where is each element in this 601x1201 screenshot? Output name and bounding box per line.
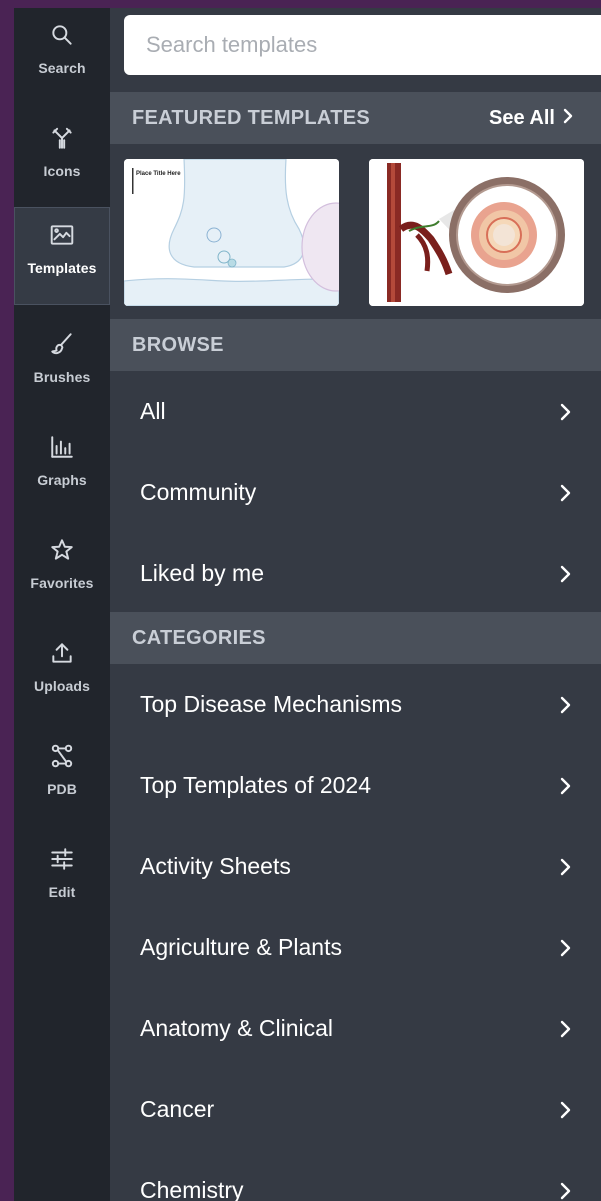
thumbnail-title: Place Title Here: [136, 171, 181, 177]
chevron-right-icon: [559, 1100, 573, 1120]
featured-templates-header: FEATURED TEMPLATES See All: [110, 92, 601, 144]
category-item[interactable]: Chemistry: [110, 1150, 601, 1201]
chevron-right-icon: [563, 107, 573, 130]
rail-item-templates[interactable]: Templates: [14, 207, 110, 305]
rail-item-label: Brushes: [33, 369, 91, 385]
category-item[interactable]: Cancer: [110, 1069, 601, 1150]
featured-templates-title: FEATURED TEMPLATES: [132, 106, 370, 129]
search-input[interactable]: [124, 15, 601, 75]
rail-item-icons[interactable]: Icons: [14, 111, 110, 209]
vessel-illustration: [369, 159, 584, 306]
list-item-label: Anatomy & Clinical: [140, 1015, 334, 1041]
browse-header: BROWSE: [110, 319, 601, 371]
tool-rail: Search Icons Templates Brushes Graphs Fa…: [14, 8, 110, 1201]
browse-item-all[interactable]: All: [110, 371, 601, 452]
browse-item-community[interactable]: Community: [110, 452, 601, 533]
upload-icon: [47, 638, 77, 668]
browse-item-liked[interactable]: Liked by me: [110, 533, 601, 614]
rail-item-label: Templates: [27, 260, 97, 276]
list-item-label: Top Templates of 2024: [140, 772, 372, 798]
rail-item-brushes[interactable]: Brushes: [14, 317, 110, 415]
list-item-label: Cancer: [140, 1096, 215, 1122]
search-icon: [47, 20, 77, 50]
chevron-right-icon: [559, 857, 573, 877]
list-item-label: Community: [140, 479, 257, 505]
sliders-icon: [47, 844, 77, 874]
rail-item-label: Uploads: [34, 678, 90, 694]
chevron-right-icon: [559, 483, 573, 503]
see-all-label: See All: [489, 106, 555, 129]
chevron-right-icon: [559, 564, 573, 584]
list-item-label: All: [140, 398, 166, 424]
window-backdrop-left: [0, 0, 14, 1201]
list-item-label: Top Disease Mechanisms: [140, 691, 403, 717]
categories-title: CATEGORIES: [132, 626, 266, 649]
list-item-label: Activity Sheets: [140, 853, 291, 879]
browse-title: BROWSE: [132, 333, 224, 356]
rail-item-label: Search: [38, 60, 86, 76]
rail-item-pdb[interactable]: PDB: [14, 729, 110, 827]
featured-template-thumbnail[interactable]: [369, 159, 584, 306]
rail-item-label: Favorites: [30, 575, 94, 591]
star-icon: [47, 535, 77, 565]
brush-icon: [47, 329, 77, 359]
molecule-icon: [47, 741, 77, 771]
chevron-right-icon: [559, 1019, 573, 1039]
chevron-right-icon: [559, 938, 573, 958]
synapse-illustration: Place Title Here: [124, 159, 339, 306]
category-item[interactable]: Activity Sheets: [110, 826, 601, 907]
list-item-label: Liked by me: [140, 560, 265, 586]
rail-item-label: PDB: [47, 781, 77, 797]
chevron-right-icon: [559, 695, 573, 715]
chevron-right-icon: [559, 402, 573, 422]
search-box: [124, 15, 601, 75]
bar-graph-icon: [47, 432, 77, 462]
rail-item-label: Edit: [48, 884, 76, 900]
chevron-right-icon: [559, 776, 573, 796]
category-item[interactable]: Anatomy & Clinical: [110, 988, 601, 1069]
antibody-icon: [47, 123, 77, 153]
list-item-label: Agriculture & Plants: [140, 934, 342, 960]
rail-item-label: Graphs: [37, 472, 87, 488]
chevron-right-icon: [559, 1181, 573, 1201]
categories-header: CATEGORIES: [110, 612, 601, 664]
rail-item-label: Icons: [43, 163, 81, 179]
rail-item-search[interactable]: Search: [14, 8, 110, 106]
category-item[interactable]: Agriculture & Plants: [110, 907, 601, 988]
category-item[interactable]: Top Templates of 2024: [110, 745, 601, 826]
rail-item-graphs[interactable]: Graphs: [14, 420, 110, 518]
rail-item-uploads[interactable]: Uploads: [14, 626, 110, 724]
image-frame-icon: [47, 220, 77, 250]
category-item[interactable]: Top Disease Mechanisms: [110, 664, 601, 745]
rail-item-edit[interactable]: Edit: [14, 832, 110, 930]
window-backdrop-top: [0, 0, 601, 8]
rail-item-favorites[interactable]: Favorites: [14, 523, 110, 621]
featured-template-thumbnail[interactable]: Place Title Here: [124, 159, 339, 306]
see-all-button[interactable]: See All: [489, 107, 573, 130]
list-item-label: Chemistry: [140, 1177, 244, 1201]
